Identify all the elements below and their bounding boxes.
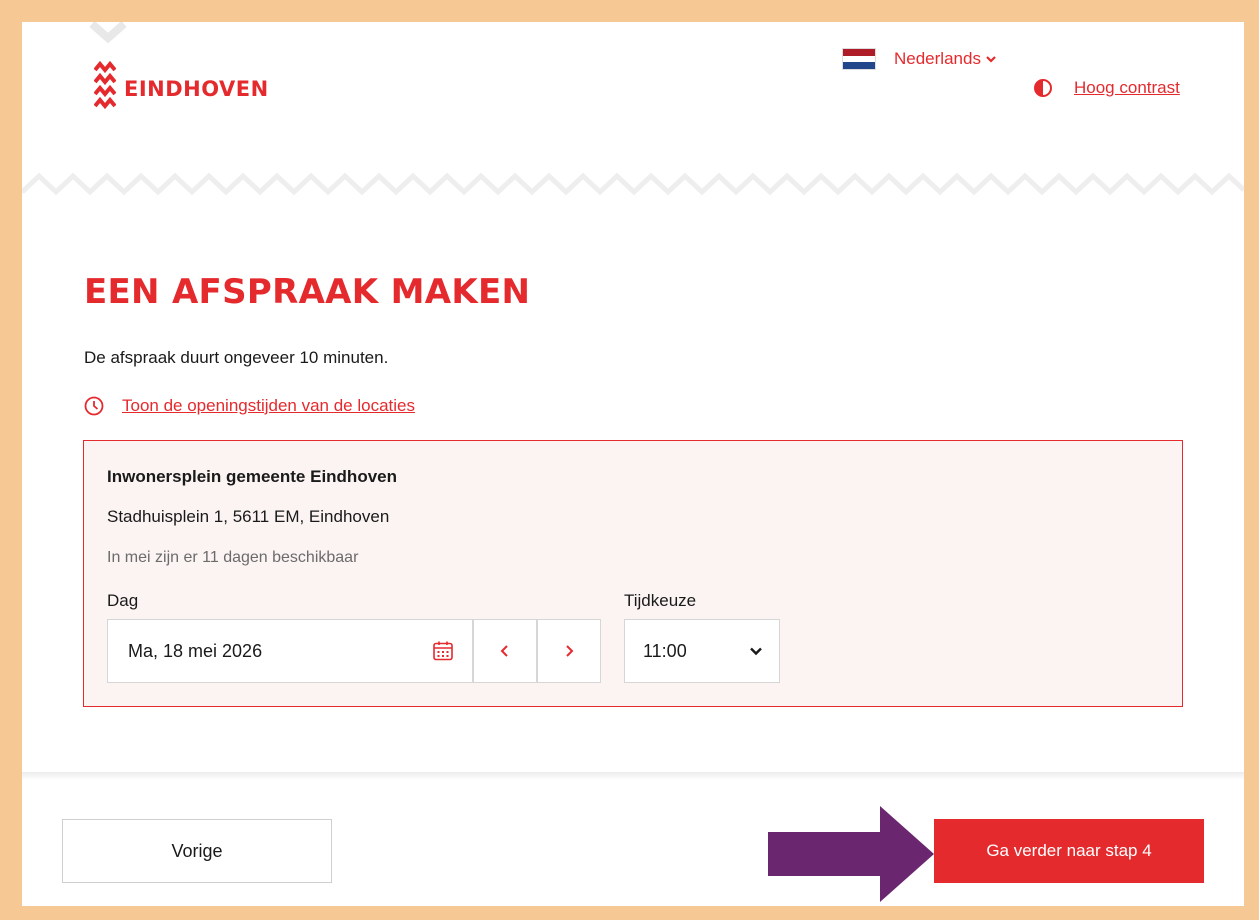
date-input[interactable]: Ma, 18 mei 2026 [107,619,473,683]
page-title: EEN AFSPRAAK MAKEN [84,272,531,312]
eindhoven-logo[interactable]: EINDHOVEN [94,60,269,116]
clock-icon [84,396,104,416]
eindhoven-logo-icon [94,60,116,110]
opening-hours-label: Toon de openingstijden van de locaties [122,396,415,415]
location-address: Stadhuisplein 1, 5611 EM, Eindhoven [107,507,390,526]
high-contrast-toggle[interactable]: Hoog contrast [1034,78,1180,98]
date-value: Ma, 18 mei 2026 [128,640,263,661]
opening-hours-link[interactable]: Toon de openingstijden van de locaties [84,396,415,416]
decorative-wave-border [22,172,1244,196]
language-selector[interactable]: Nederlands [842,48,997,70]
calendar-icon[interactable] [432,640,454,662]
language-label: Nederlands [894,49,981,68]
high-contrast-label: Hoog contrast [1074,78,1180,97]
page-frame: EINDHOVEN Nederlands Hoog contrast EEN A… [22,22,1244,906]
chevron-down-icon [986,56,996,63]
previous-day-button[interactable] [473,619,537,683]
duration-text: De afspraak duurt ongeveer 10 minuten. [84,348,389,367]
availability-text: In mei zijn er 11 dagen beschikbaar [107,549,359,566]
contrast-icon [1034,79,1052,97]
footer-divider [22,772,1244,780]
purple-arrow-icon [768,806,934,902]
time-value: 11:00 [643,640,687,661]
chevron-right-icon [566,645,574,657]
decorative-chevron-icon [89,22,127,44]
chevron-left-icon [500,645,508,657]
location-name: Inwonersplein gemeente Eindhoven [107,467,397,486]
next-day-button[interactable] [537,619,601,683]
previous-button[interactable]: Vorige [62,819,332,883]
dutch-flag-icon [842,48,876,70]
site-header: EINDHOVEN Nederlands Hoog contrast [22,22,1244,212]
time-select[interactable]: 11:00 [624,619,780,683]
day-label: Dag [107,591,139,610]
chevron-down-icon [750,647,762,656]
next-step-button[interactable]: Ga verder naar stap 4 [934,819,1204,883]
location-card: Inwonersplein gemeente Eindhoven Stadhui… [83,440,1183,707]
time-label: Tijdkeuze [624,591,697,610]
logo-text: EINDHOVEN [124,77,269,101]
